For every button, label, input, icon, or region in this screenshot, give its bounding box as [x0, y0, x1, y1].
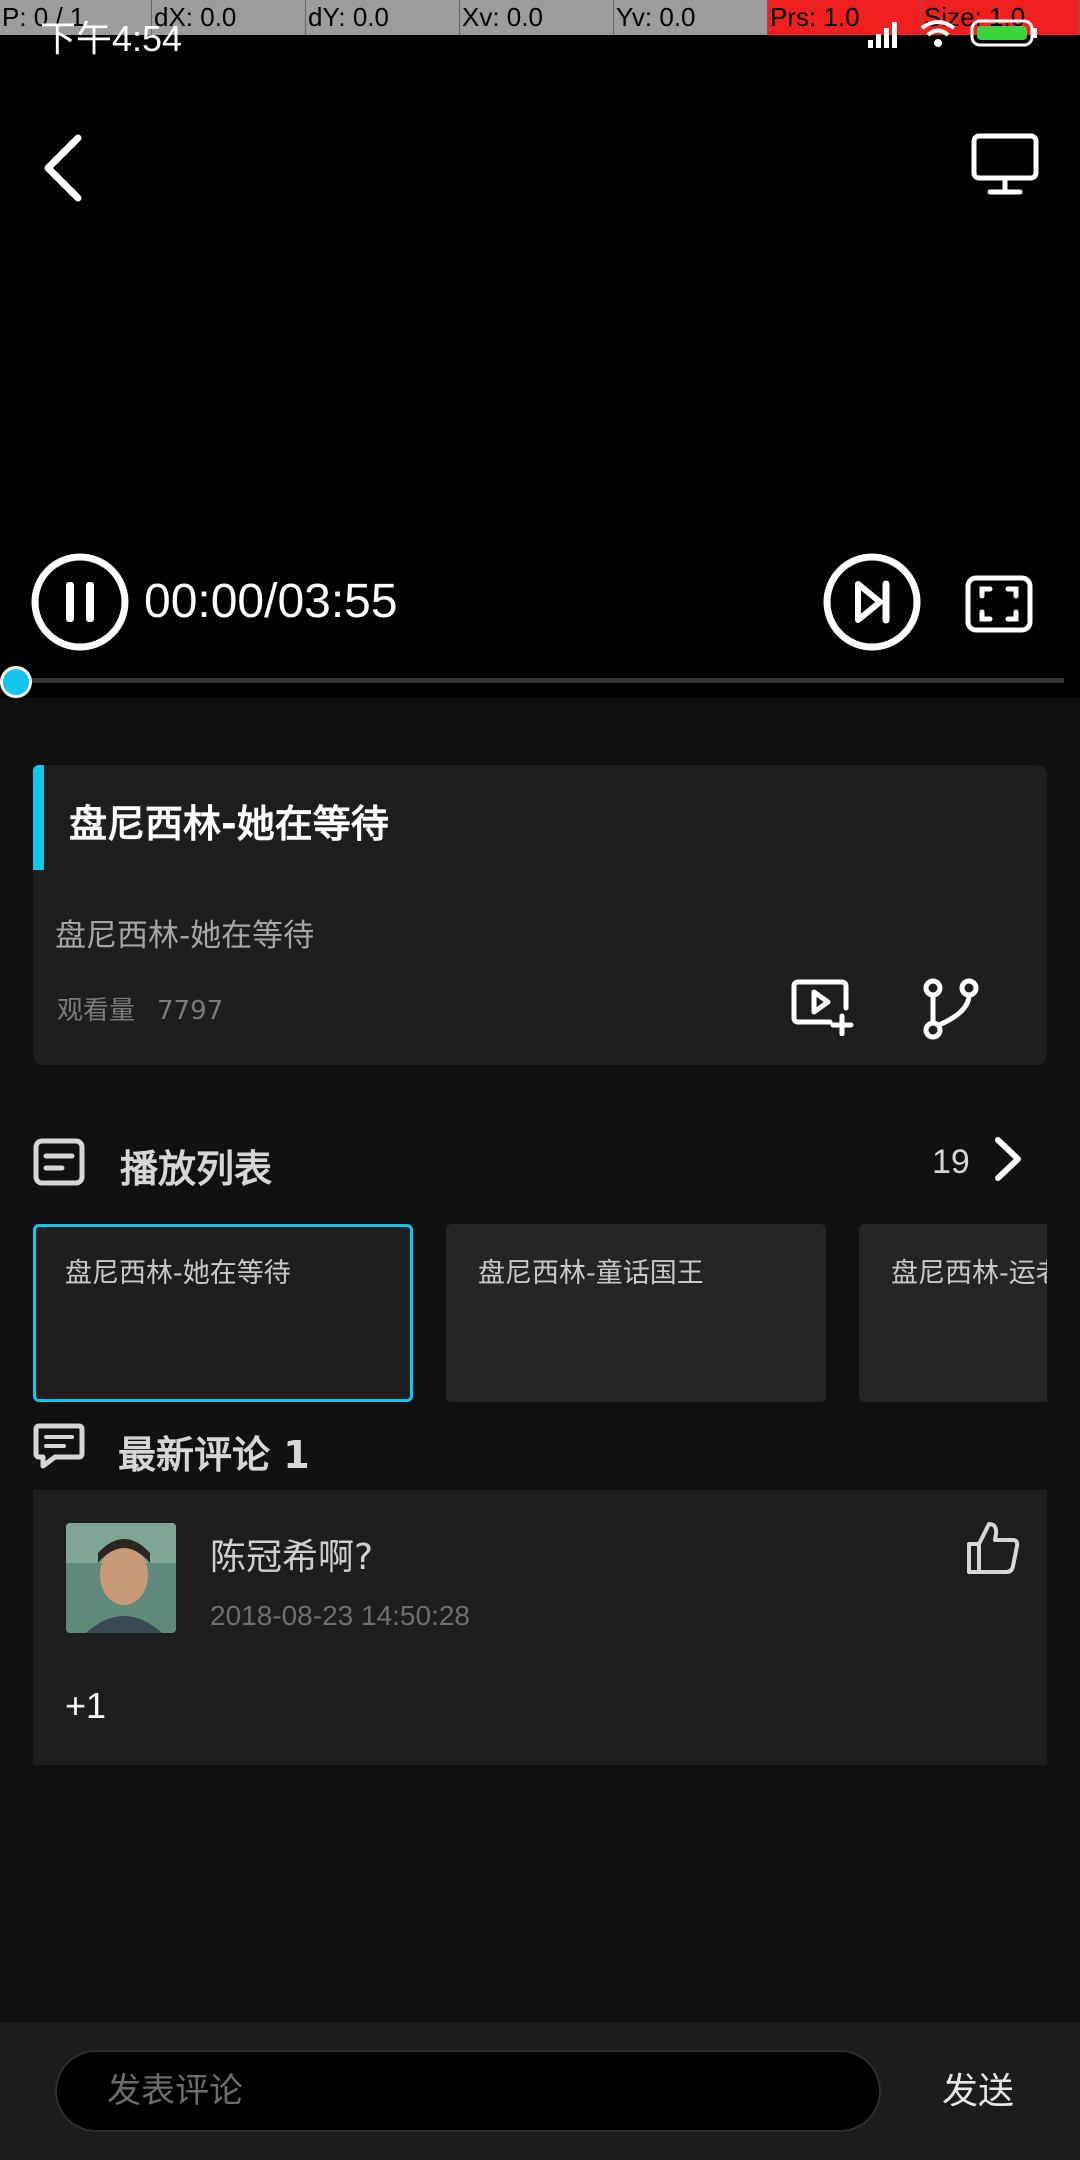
- comment-timestamp: 2018-08-23 14:50:28: [210, 1600, 470, 1631]
- status-icons: [866, 18, 1040, 48]
- video-title: 盘尼西林-她在等待: [69, 802, 389, 846]
- tv-cast-icon[interactable]: [970, 132, 1040, 198]
- view-count-value: 7797: [157, 996, 224, 1026]
- comment-icon: [33, 1423, 85, 1469]
- comment-body: +1: [65, 1685, 107, 1726]
- thumbs-up-icon[interactable]: [965, 1520, 1021, 1576]
- view-count-label: 观看量: [57, 996, 136, 1026]
- debug-cell-xv: Xv: 0.0: [460, 0, 614, 35]
- status-time: 下午4:54: [40, 18, 183, 59]
- pause-icon[interactable]: [30, 552, 130, 652]
- playlist-heading: 播放列表: [120, 1147, 273, 1191]
- video-subtitle: 盘尼西林-她在等待: [55, 918, 315, 954]
- progress-thumb[interactable]: [0, 666, 32, 698]
- chevron-right-icon[interactable]: [990, 1134, 1026, 1184]
- signal-icon: [868, 22, 897, 48]
- debug-cell-dy: dY: 0.0: [306, 0, 460, 35]
- add-to-playlist-icon[interactable]: [790, 978, 854, 1036]
- avatar[interactable]: [66, 1523, 176, 1633]
- skip-next-icon[interactable]: [822, 552, 922, 652]
- comment-composer: 发送: [0, 2022, 1080, 2160]
- playback-time: 00:00/03:55: [144, 575, 398, 628]
- playlist-item[interactable]: 盘尼西林-运老枥树: [859, 1224, 1047, 1402]
- playlist-item[interactable]: 盘尼西林-童话国王: [446, 1224, 826, 1402]
- share-branch-icon[interactable]: [921, 978, 981, 1040]
- fullscreen-icon[interactable]: [964, 574, 1034, 634]
- playlist-item-label: 盘尼西林-运老枥树: [891, 1258, 1047, 1289]
- playlist-count[interactable]: 19: [932, 1143, 970, 1182]
- comment-username: 陈冠希啊?: [210, 1537, 374, 1578]
- accent-bar: [33, 765, 44, 870]
- send-button[interactable]: 发送: [942, 2062, 1014, 2114]
- comment-item: 陈冠希啊? 2018-08-23 14:50:28 +1: [33, 1490, 1047, 1765]
- back-arrow-icon[interactable]: [36, 128, 92, 208]
- video-info-card: 盘尼西林-她在等待 盘尼西林-她在等待 观看量 7797: [33, 765, 1047, 1065]
- playlist-item-active[interactable]: 盘尼西林-她在等待: [33, 1224, 413, 1402]
- playlist-item-label: 盘尼西林-童话国王: [478, 1258, 704, 1289]
- view-count: 观看量 7797: [57, 990, 245, 1027]
- playlist-item-label: 盘尼西林-她在等待: [65, 1258, 291, 1289]
- comments-heading: 最新评论 1: [118, 1433, 310, 1477]
- video-player[interactable]: 00:00/03:55: [0, 66, 1080, 698]
- comment-input[interactable]: [55, 2050, 881, 2132]
- debug-cell-yv: Yv: 0.0: [614, 0, 768, 35]
- wifi-icon: [920, 20, 956, 47]
- playlist-strip[interactable]: 盘尼西林-她在等待 盘尼西林-童话国王 盘尼西林-运老枥树: [33, 1224, 1047, 1404]
- progress-track[interactable]: [16, 678, 1064, 683]
- battery-icon: [970, 19, 1037, 47]
- playlist-icon: [33, 1138, 85, 1186]
